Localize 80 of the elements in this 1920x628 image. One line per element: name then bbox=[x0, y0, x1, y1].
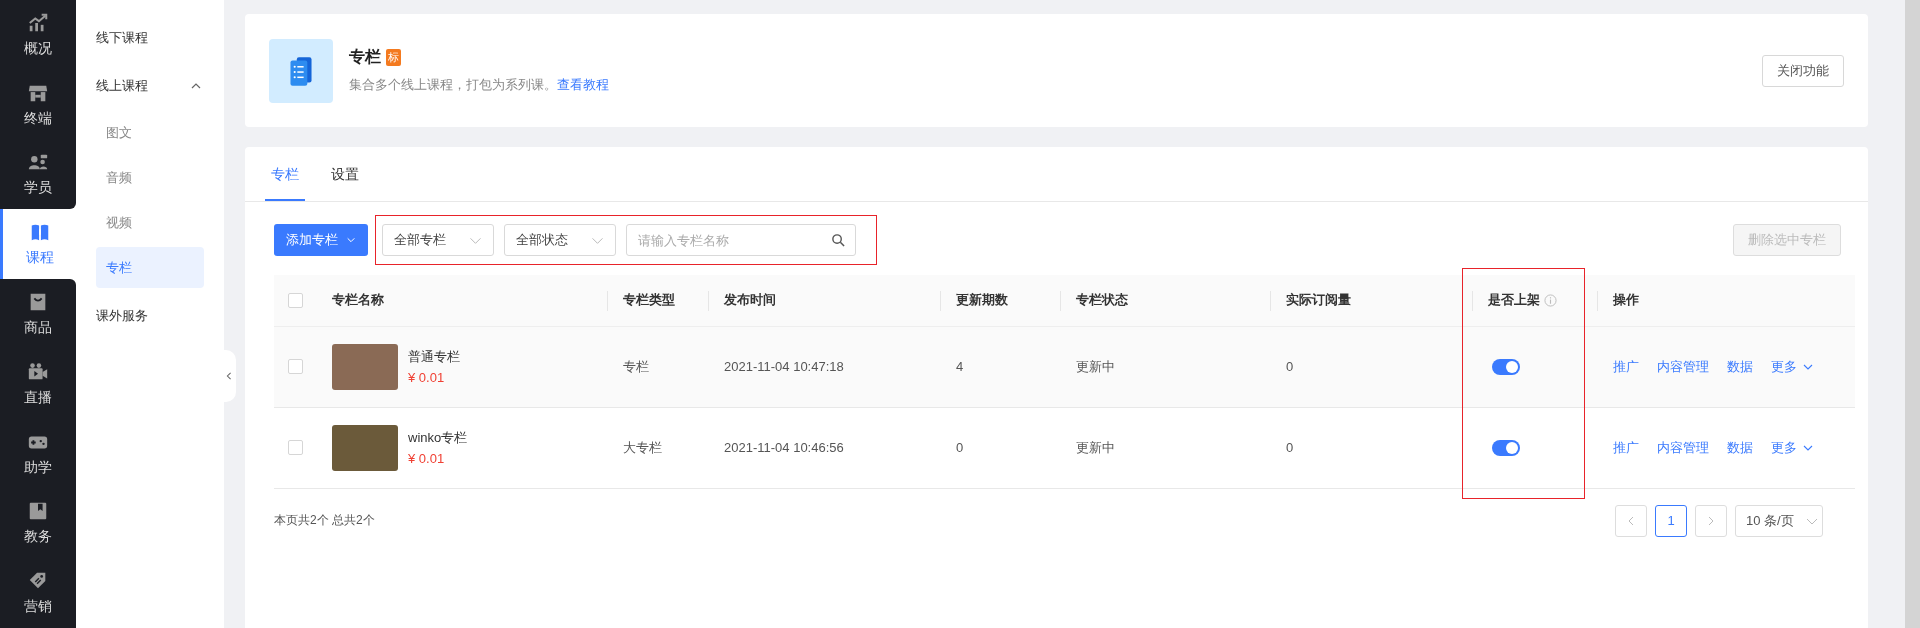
publish-time: 2021-11-04 10:46:56 bbox=[724, 440, 844, 455]
search-icon bbox=[831, 233, 845, 247]
action-link[interactable]: 内容管理 bbox=[1657, 357, 1709, 376]
action-link[interactable]: 推广 bbox=[1613, 357, 1639, 376]
column-status: 更新中 bbox=[1076, 358, 1115, 374]
page-button[interactable]: 1 bbox=[1655, 504, 1687, 537]
nav-item[interactable]: 助学 bbox=[0, 418, 76, 489]
photo-placeholder bbox=[332, 343, 398, 390]
menu-group[interactable]: 线上课程 bbox=[96, 62, 204, 110]
info-icon bbox=[1544, 293, 1557, 307]
action-link[interactable]: 更多 bbox=[1771, 357, 1813, 376]
menu-item[interactable]: 音频 bbox=[96, 157, 204, 198]
tutorial-link[interactable]: 查看教程 bbox=[557, 77, 609, 92]
nav-item[interactable]: 概况 bbox=[0, 0, 76, 70]
tab[interactable]: 专栏 bbox=[265, 147, 305, 201]
toggle-switch[interactable] bbox=[1492, 439, 1520, 456]
page-summary: 本页共2个 总共2个 bbox=[274, 512, 375, 529]
column-header: 发布时间 bbox=[724, 291, 776, 310]
scrollbar[interactable] bbox=[1905, 0, 1920, 628]
filter-dropdown[interactable]: 全部状态 bbox=[504, 224, 616, 256]
subscription-count: 0 bbox=[1286, 359, 1294, 374]
column-header: 专栏状态 bbox=[1076, 291, 1128, 310]
nav-item[interactable]: 直播 bbox=[0, 348, 76, 419]
action-link[interactable]: 数据 bbox=[1727, 438, 1753, 457]
previous-page-button[interactable] bbox=[1615, 504, 1647, 537]
search-field[interactable]: 请输入专栏名称 bbox=[626, 224, 856, 256]
subscription-count: 0 bbox=[1286, 440, 1294, 455]
column-header: 实际订阅量 bbox=[1286, 291, 1351, 310]
chart-icon bbox=[27, 11, 49, 34]
column-header: 专栏类型 bbox=[623, 291, 675, 310]
update-count: 0 bbox=[956, 440, 964, 455]
toggle-switch[interactable] bbox=[1492, 358, 1520, 375]
price: ¥ 0.01 bbox=[408, 451, 446, 466]
publish-time: 2021-11-04 10:47:18 bbox=[724, 359, 844, 374]
chevron-left-icon bbox=[1626, 515, 1636, 526]
column-header: 专栏名称 bbox=[332, 291, 384, 310]
next-page-button[interactable] bbox=[1695, 504, 1727, 537]
column-name: winko专栏 bbox=[408, 429, 468, 447]
nav-item[interactable]: 教务 bbox=[0, 488, 76, 559]
close-feature-button[interactable]: 关闭功能 bbox=[1762, 54, 1844, 87]
chevron-up-icon[interactable] bbox=[190, 81, 202, 91]
tab[interactable]: 设置 bbox=[325, 147, 365, 201]
column-status: 更新中 bbox=[1076, 439, 1115, 455]
price: ¥ 0.01 bbox=[408, 370, 446, 385]
column-header: 是否上架 bbox=[1488, 291, 1557, 310]
column-name: 普通专栏 bbox=[408, 348, 460, 366]
collapse-handle[interactable] bbox=[222, 350, 236, 402]
add-column-button[interactable]: 添加专栏 bbox=[274, 224, 368, 256]
checkbox[interactable] bbox=[288, 440, 303, 455]
column-type: 专栏 bbox=[623, 358, 649, 374]
nav-item[interactable]: 学员 bbox=[0, 139, 76, 210]
nav-item[interactable]: 商品 bbox=[0, 279, 76, 349]
chevron-left-icon bbox=[225, 371, 233, 381]
nav-item[interactable]: 终端 bbox=[0, 69, 76, 140]
menu-item[interactable]: 图文 bbox=[96, 112, 204, 153]
checkbox[interactable] bbox=[288, 292, 303, 308]
chevron-down-icon bbox=[469, 235, 482, 245]
badge: 标 bbox=[386, 49, 401, 66]
action-link[interactable]: 内容管理 bbox=[1657, 438, 1709, 457]
action-link[interactable]: 更多 bbox=[1771, 438, 1813, 457]
column-header: 更新期数 bbox=[956, 291, 1008, 310]
feature-description: 集合多个线上课程，打包为系列课。 bbox=[349, 77, 557, 92]
nav-item[interactable]: 营销 bbox=[0, 558, 76, 628]
caret-icon bbox=[346, 235, 356, 245]
column-type: 大专栏 bbox=[623, 439, 662, 455]
filter-dropdown[interactable]: 全部专栏 bbox=[382, 224, 494, 256]
column-header: 操作 bbox=[1613, 291, 1639, 310]
update-count: 4 bbox=[956, 359, 964, 374]
action-link[interactable]: 数据 bbox=[1727, 357, 1753, 376]
menu-group[interactable]: 线下课程 bbox=[96, 14, 204, 62]
menu-group[interactable]: 课外服务 bbox=[96, 292, 204, 340]
feature-title: 专栏 bbox=[349, 47, 381, 67]
action-link[interactable]: 推广 bbox=[1613, 438, 1639, 457]
page-size-dropdown[interactable]: 10 条/页 bbox=[1735, 504, 1823, 537]
menu-item[interactable]: 视频 bbox=[96, 202, 204, 243]
chevron-right-icon bbox=[1706, 515, 1716, 526]
menu-item[interactable]: 专栏 bbox=[96, 247, 204, 288]
chevron-down-icon bbox=[591, 235, 604, 245]
checkbox[interactable] bbox=[288, 359, 303, 374]
photo-placeholder bbox=[332, 424, 398, 471]
